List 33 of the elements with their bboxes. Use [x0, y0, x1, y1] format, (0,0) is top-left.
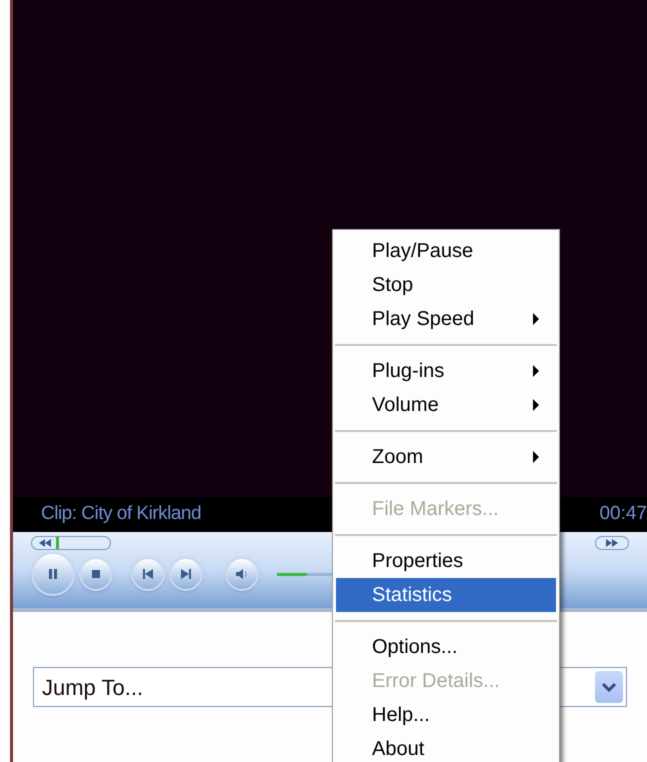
submenu-arrow-icon — [532, 313, 540, 325]
fast-forward-button[interactable] — [595, 536, 629, 550]
next-icon — [179, 568, 193, 580]
rewind-icon — [38, 537, 52, 549]
submenu-arrow-icon — [532, 451, 540, 463]
pause-button[interactable] — [31, 552, 75, 596]
menu-item[interactable]: Volume — [336, 388, 556, 422]
menu-item[interactable]: Stop — [336, 268, 556, 302]
next-button[interactable] — [169, 557, 203, 591]
previous-button[interactable] — [131, 557, 165, 591]
speaker-icon — [235, 568, 249, 580]
menu-item[interactable]: Properties — [336, 544, 556, 578]
menu-item[interactable]: Zoom — [336, 440, 556, 474]
menu-item[interactable]: Play/Pause — [336, 234, 556, 268]
chevron-down-icon — [595, 671, 623, 703]
seek-bar[interactable] — [31, 536, 111, 550]
time-label: 00:47 — [599, 502, 647, 526]
menu-item[interactable]: Play Speed — [336, 302, 556, 336]
submenu-arrow-icon — [532, 365, 540, 377]
stop-icon — [89, 568, 103, 580]
submenu-arrow-icon — [532, 399, 540, 411]
menu-item[interactable]: Statistics — [336, 578, 556, 612]
previous-icon — [141, 568, 155, 580]
fast-forward-icon — [605, 537, 619, 549]
clip-label: Clip: City of Kirkland — [41, 502, 202, 526]
mute-button[interactable] — [225, 557, 259, 591]
jump-to-value: Jump To... — [42, 674, 144, 702]
seek-thumb[interactable] — [56, 537, 59, 549]
pause-icon — [46, 568, 60, 580]
menu-item[interactable]: Options... — [336, 630, 556, 664]
menu-item[interactable]: Plug-ins — [336, 354, 556, 388]
stop-button[interactable] — [79, 557, 113, 591]
menu-item[interactable]: About — [336, 732, 556, 762]
